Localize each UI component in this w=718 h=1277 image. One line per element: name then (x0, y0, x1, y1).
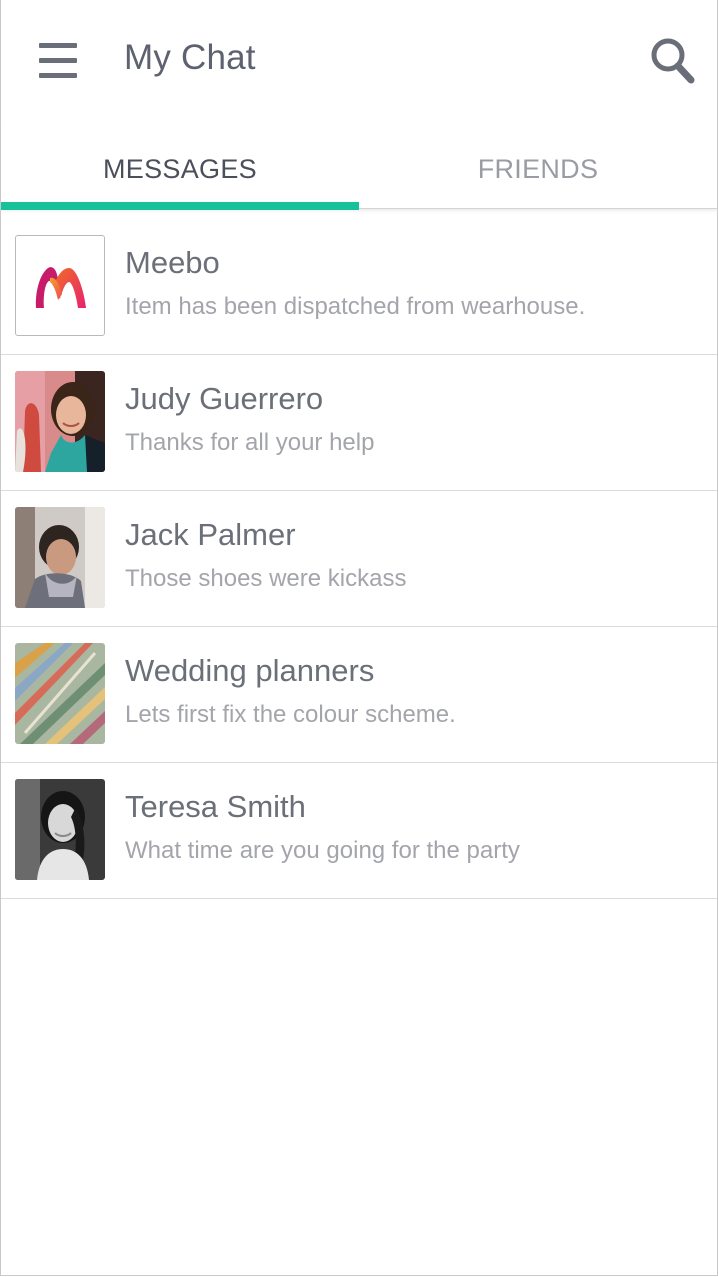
contact-name: Judy Guerrero (125, 381, 324, 416)
contact-name: Meebo (125, 245, 220, 280)
active-tab-indicator (1, 202, 359, 210)
message-preview: Thanks for all your help (125, 429, 375, 456)
user-photo-icon (15, 779, 105, 880)
user-photo-icon (15, 371, 105, 472)
message-preview: What time are you going for the party (125, 837, 520, 864)
group-photo-icon (15, 643, 105, 744)
message-preview: Item has been dispatched from wearhouse. (125, 293, 586, 320)
conversation-item-wedding-planners[interactable]: Wedding planners Lets first fix the colo… (1, 627, 717, 763)
conversation-item-teresa-smith[interactable]: Teresa Smith What time are you going for… (1, 763, 717, 899)
avatar-teresa-smith (15, 779, 105, 880)
chat-app: My Chat MESSAGES FRIENDS Meebo Item has … (0, 0, 718, 1276)
conversation-list: Meebo Item has been dispatched from wear… (1, 219, 717, 899)
tab-messages[interactable]: MESSAGES (1, 124, 359, 210)
tab-friends[interactable]: FRIENDS (359, 124, 717, 208)
contact-name: Teresa Smith (125, 789, 306, 824)
message-preview: Lets first fix the colour scheme. (125, 701, 456, 728)
tab-friends-label: FRIENDS (477, 154, 599, 184)
menu-button[interactable] (31, 38, 85, 88)
tab-messages-label: MESSAGES (103, 154, 257, 184)
app-header: My Chat (1, 0, 717, 124)
message-preview: Those shoes were kickass (125, 565, 407, 592)
avatar-judy-guerrero (15, 371, 105, 472)
meebo-logo-icon (35, 267, 86, 308)
avatar-jack-palmer (15, 507, 105, 608)
conversation-item-jack-palmer[interactable]: Jack Palmer Those shoes were kickass (1, 491, 717, 627)
user-photo-icon (15, 507, 105, 608)
contact-name: Jack Palmer (125, 517, 296, 552)
contact-name: Wedding planners (125, 653, 375, 688)
search-button[interactable] (645, 32, 701, 90)
conversation-item-judy-guerrero[interactable]: Judy Guerrero Thanks for all your help (1, 355, 717, 491)
tab-bar: MESSAGES FRIENDS (1, 124, 717, 210)
avatar-wedding-planners (15, 643, 105, 744)
search-icon (651, 38, 695, 84)
avatar-meebo (15, 235, 105, 336)
page-title: My Chat (124, 38, 256, 77)
conversation-item-meebo[interactable]: Meebo Item has been dispatched from wear… (1, 219, 717, 355)
